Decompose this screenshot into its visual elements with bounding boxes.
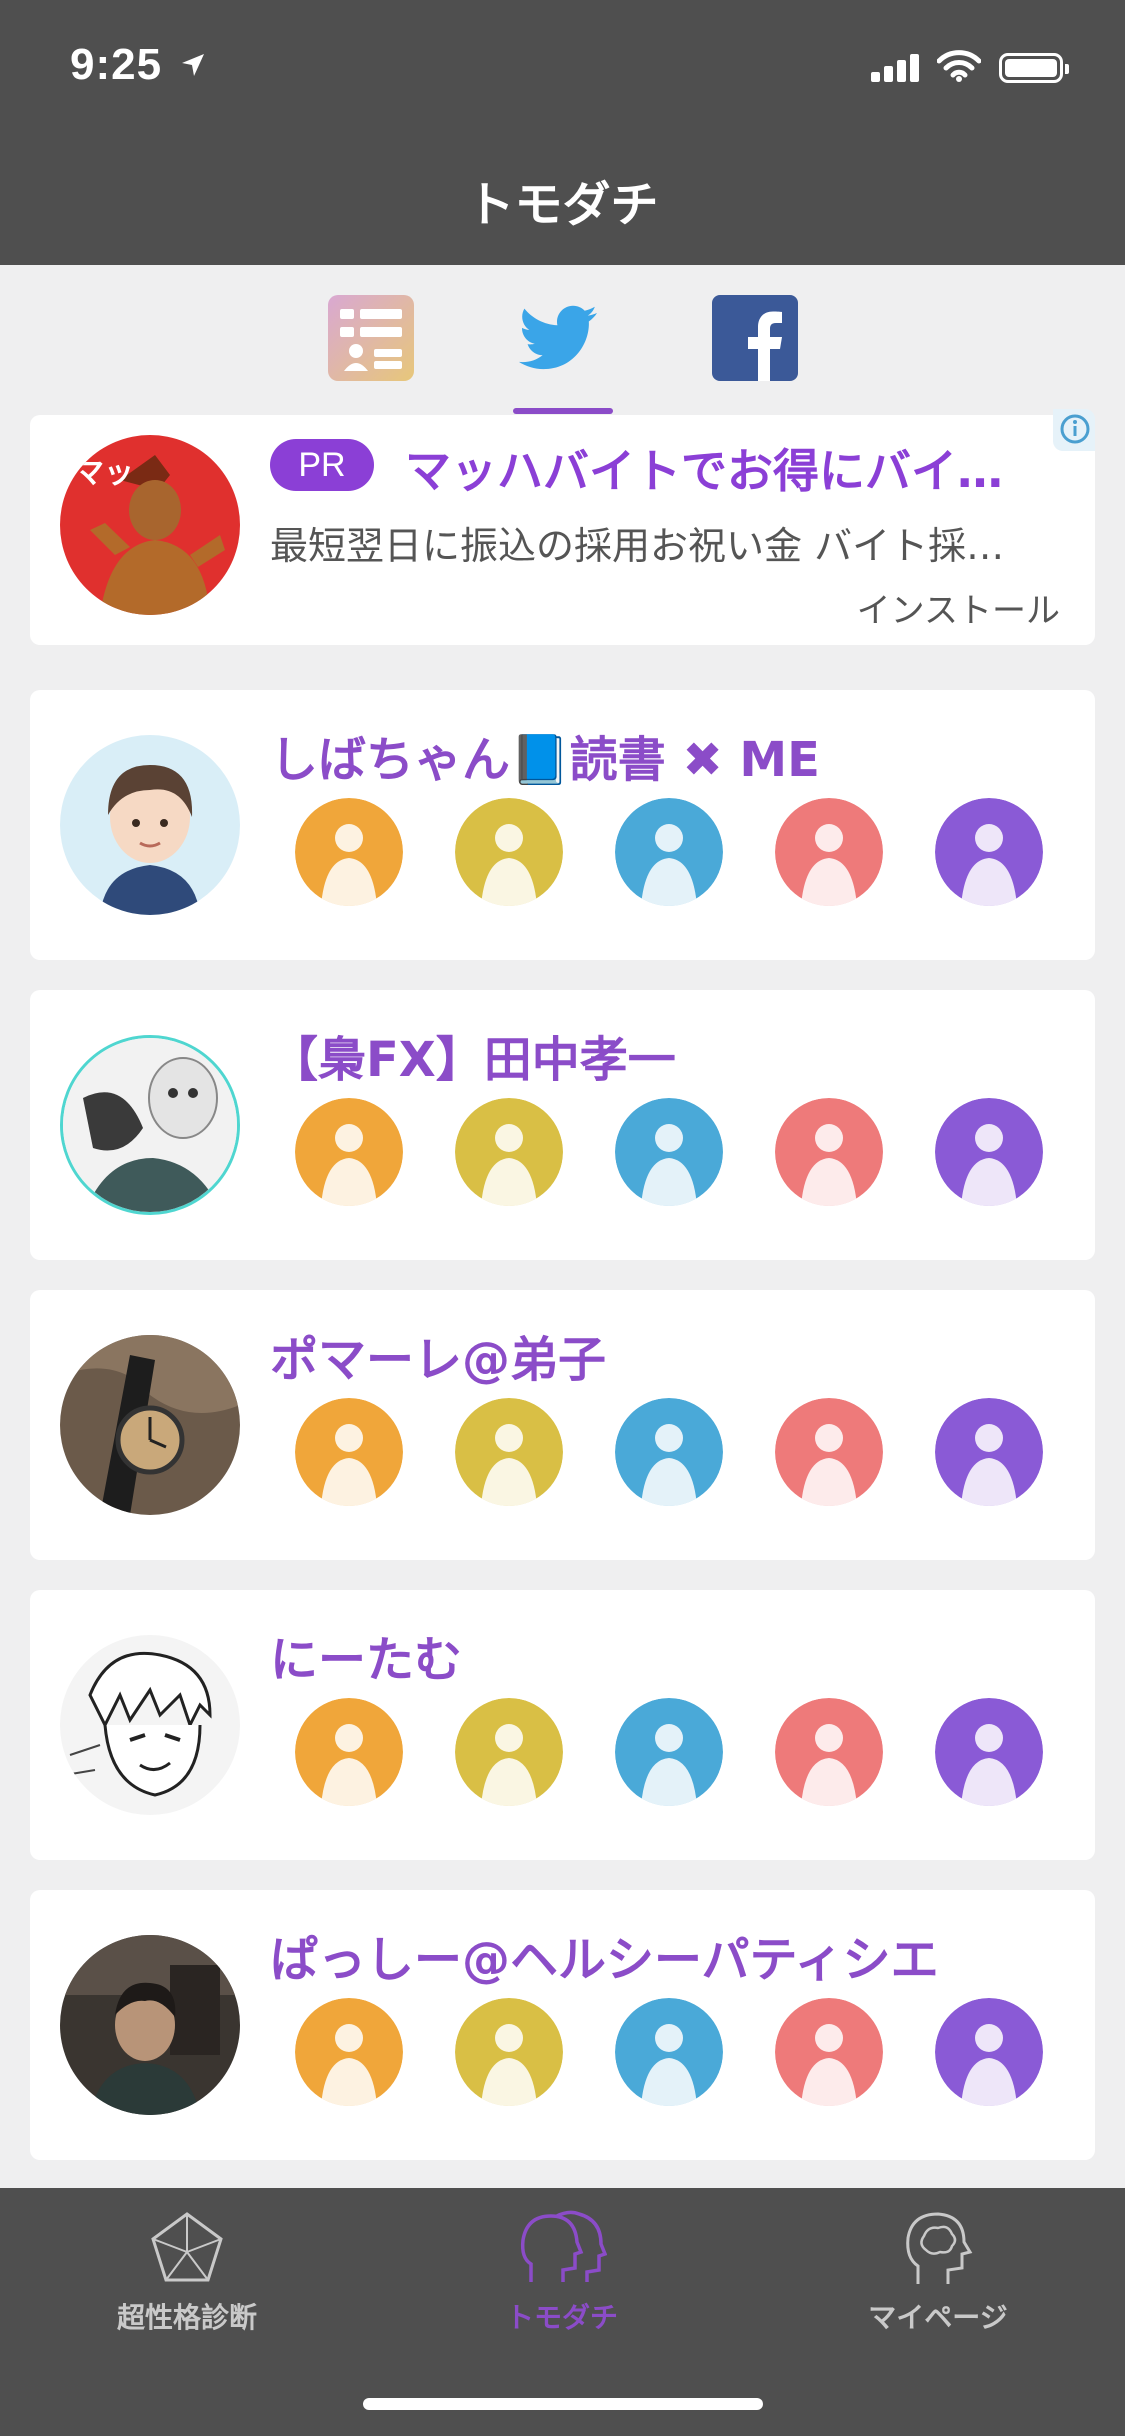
friend-card[interactable]: しばちゃん📘読書 ✖ ME [30,690,1095,960]
type-icon[interactable] [615,1998,723,2106]
type-icon[interactable] [775,1398,883,1506]
status-time: 9:25 [70,40,163,89]
personality-types [295,1698,1043,1806]
type-icon[interactable] [775,1098,883,1206]
tab-personality-diagnosis[interactable]: 超性格診断 [37,2208,337,2336]
friend-avatar [60,1935,240,2115]
friend-name: しばちゃん📘読書 ✖ ME [270,732,820,788]
type-icon[interactable] [775,798,883,906]
friend-avatar [60,1335,240,1515]
type-icon[interactable] [615,1398,723,1506]
type-icon[interactable] [295,1698,403,1806]
personality-types [295,798,1043,906]
friends-heads-icon [520,2210,607,2282]
source-tabs [0,265,1125,415]
page-title: トモダチ [466,177,659,233]
twitter-icon[interactable] [515,293,605,383]
friend-avatar [60,1635,240,1815]
status-indicators [871,50,1069,86]
tab-label: トモダチ [505,2301,618,2334]
type-icon[interactable] [295,798,403,906]
profile-card-icon[interactable] [326,293,416,383]
tab-label: マイページ [868,2301,1008,2334]
wifi-icon [936,50,982,86]
type-icon[interactable] [615,1098,723,1206]
app-header: 9:25 トモダチ [0,0,1125,265]
personality-types [295,1398,1043,1506]
cellular-signal-icon [871,54,919,82]
brain-head-icon [906,2212,973,2284]
ad-logo-image: マッ [60,435,240,615]
facebook-icon[interactable] [710,293,800,383]
friend-card[interactable]: 【梟FX】田中孝一 [30,990,1095,1260]
tab-friends[interactable]: トモダチ [412,2208,712,2336]
home-indicator[interactable] [363,2398,763,2410]
type-icon[interactable] [295,1998,403,2106]
type-icon[interactable] [615,1698,723,1806]
ad-info-icon[interactable] [1053,409,1095,451]
type-icon[interactable] [455,798,563,906]
battery-icon [999,53,1069,83]
location-arrow-icon [180,52,206,82]
type-icon[interactable] [935,1698,1043,1806]
type-icon[interactable] [295,1098,403,1206]
friend-card[interactable]: ぱっしー@ヘルシーパティシエ [30,1890,1095,2160]
type-icon[interactable] [615,798,723,906]
personality-types [295,1998,1043,2106]
type-icon[interactable] [935,798,1043,906]
friend-avatar [60,735,240,915]
ad-logo-text: マッ [74,456,134,491]
friend-name: ぱっしー@ヘルシーパティシエ [270,1932,939,1988]
tab-my-page[interactable]: マイページ [788,2208,1088,2336]
tab-label: 超性格診断 [116,2301,257,2334]
type-icon[interactable] [455,1398,563,1506]
type-icon[interactable] [295,1398,403,1506]
ad-card[interactable]: マッ PR マッハバイトでお得にバイ… 最短翌日に振込の採用お祝い金 バイト採…… [30,409,1095,645]
type-icon[interactable] [455,1698,563,1806]
pentagon-icon [151,2212,223,2282]
type-icon[interactable] [775,1698,883,1806]
type-icon[interactable] [455,1098,563,1206]
friend-name: ポマーレ@弟子 [270,1332,607,1388]
type-icon[interactable] [935,1398,1043,1506]
type-icon[interactable] [775,1998,883,2106]
friend-name: にーたむ [270,1632,463,1688]
ad-description: 最短翌日に振込の採用お祝い金 バイト採… [270,524,1005,568]
selected-tab-indicator [513,408,613,414]
friend-name: 【梟FX】田中孝一 [270,1032,676,1088]
type-icon[interactable] [935,1998,1043,2106]
ad-install-link[interactable]: インストール [857,583,1060,632]
ad-title[interactable]: マッハバイトでお得にバイ… [405,435,1065,501]
type-icon[interactable] [935,1098,1043,1206]
friend-avatar [60,1035,240,1215]
friend-card[interactable]: にーたむ [30,1590,1095,1860]
pr-badge: PR [270,439,374,491]
type-icon[interactable] [455,1998,563,2106]
friend-card[interactable]: ポマーレ@弟子 [30,1290,1095,1560]
personality-types [295,1098,1043,1206]
